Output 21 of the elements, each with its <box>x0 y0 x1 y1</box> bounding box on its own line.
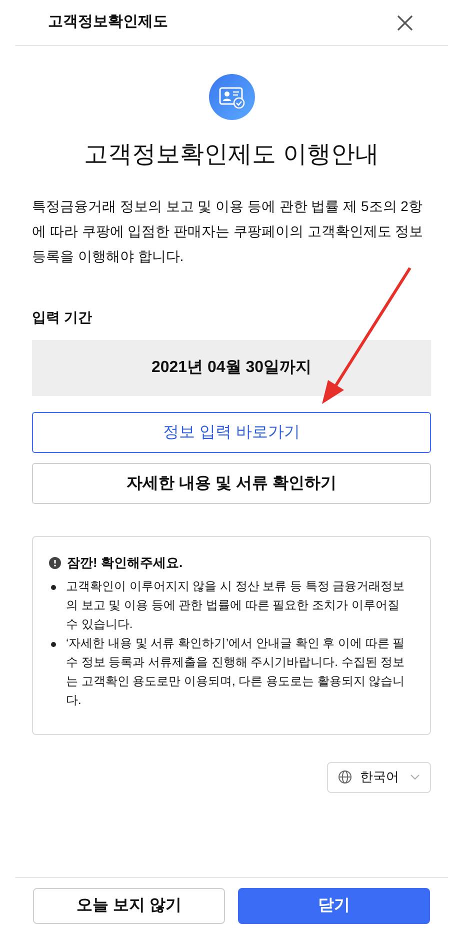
info-icon <box>49 556 61 569</box>
action-button[interactable]: 정보 입력 바로가기 <box>32 412 431 453</box>
bullet-icon <box>51 584 56 590</box>
chevron-down-icon <box>410 774 420 780</box>
description-text: 특정금융거래 정보의 보고 및 이용 등에 관한 법률 제 5조의 2항에 따라 쿠팡에 입점한 판매자는 쿠팡페이의 고객확인제도 정보등록을 이행해야 합니다. <box>32 197 424 266</box>
globe-icon <box>338 770 352 784</box>
language-select[interactable]: 한국어 <box>327 762 431 792</box>
period-label: 입력 기간 <box>32 308 93 327</box>
id-card-icon <box>208 74 254 120</box>
footer-button[interactable]: 닫기 <box>238 888 430 924</box>
close-button[interactable] <box>395 12 415 32</box>
window-title: 고객정보확인제도 <box>48 12 168 32</box>
notice-title: 잠깐! 확인해주세요. <box>67 554 183 572</box>
bullet-icon <box>51 642 56 646</box>
period-value: 2021년 04월 30일까지 <box>32 340 431 396</box>
action-button[interactable]: 자세한 내용 및 서류 확인하기 <box>32 463 431 504</box>
dialog-heading: 고객정보확인제도 이행안내 <box>83 140 380 170</box>
notice-item: ‘자세한 내용 및 서류 확인하기’에서 안내글 확인 후 이에 따른 필수 정보 등록과 서류제출을 진행해 주시기바랍니다. 수집된 정보는 고객확인 용도로만 이용되며, 다른 용도로는 활용되지 않습니다. <box>66 634 406 708</box>
footer-button[interactable]: 오늘 보지 않기 <box>33 888 225 924</box>
close-icon <box>397 14 413 30</box>
notice-item: 고객확인이 이루어지지 않을 시 정산 보류 등 특정 금융거래정보의 보고 및 이용 등에 관한 법률에 따른 필요한 조치가 이루어질 수 있습니다. <box>66 578 406 632</box>
